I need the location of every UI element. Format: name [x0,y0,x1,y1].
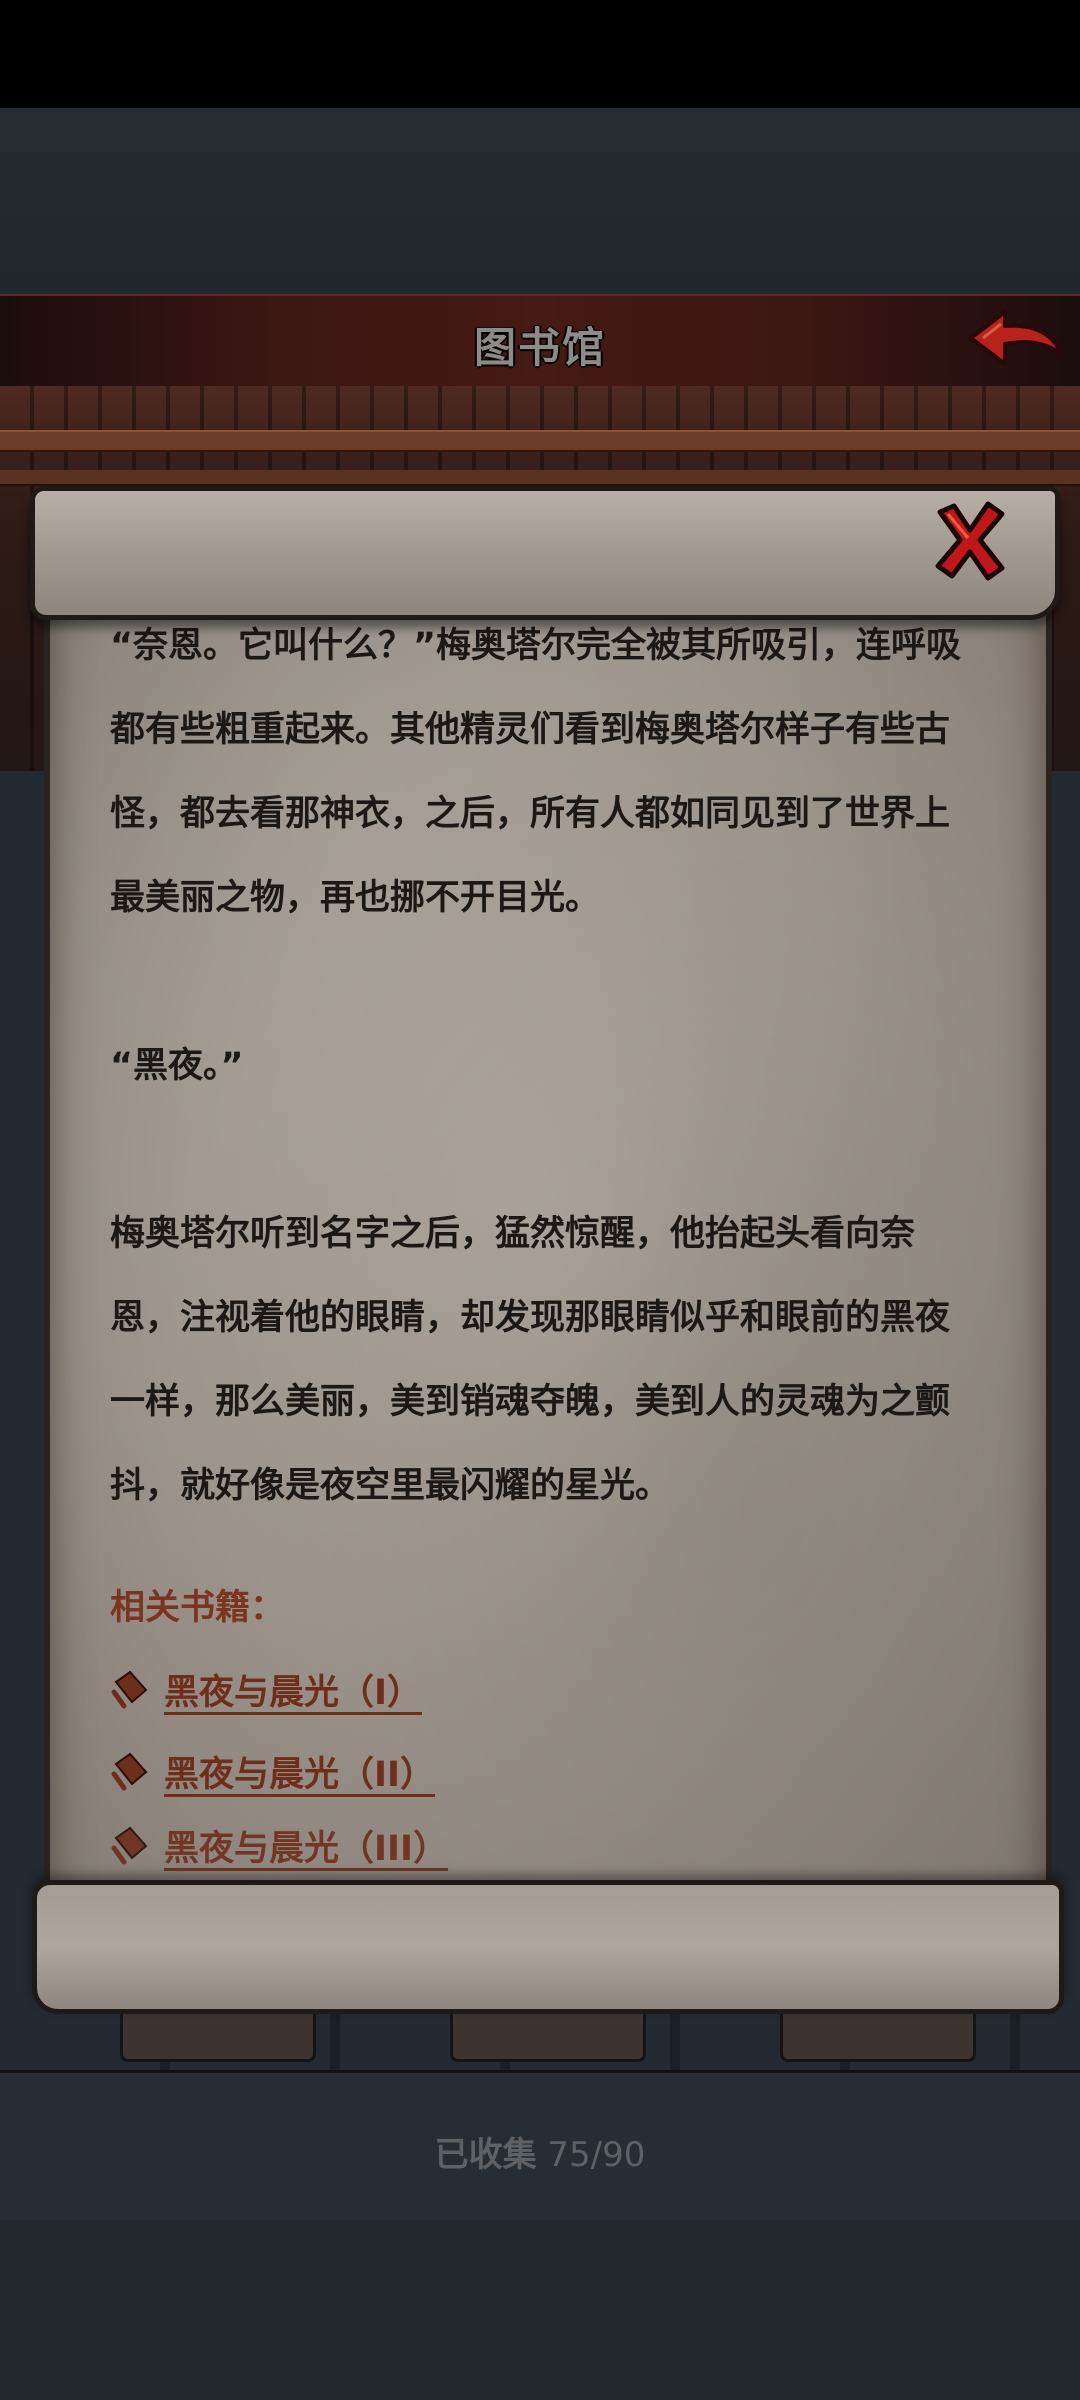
story-paragraph: “黑夜。” [110,1046,244,1086]
header-bar: 图书馆 [0,294,1080,389]
related-book-link[interactable]: 黑夜与晨光（III） [110,1804,980,1878]
library-beam [0,430,1080,452]
page-title: 图书馆 [473,323,606,372]
status-bar [0,0,1080,108]
scroll-roll-bottom [32,1880,1064,2014]
back-button[interactable] [960,304,1070,378]
related-book-link[interactable]: 黑夜与晨光（I） [110,1648,980,1730]
collected-label: 已收集 [434,2135,537,2175]
related-books-title: 相关书籍： [110,1588,286,1628]
story-paragraph: 梅奥塔尔听到名字之后，猛然惊醒，他抬起头看向奈恩，注视着他的眼睛，却发现那眼睛似… [110,1214,951,1506]
scroll-roll-top [30,486,1060,620]
related-book-link[interactable]: 黑夜与晨光（II） [110,1730,980,1812]
background-upper [0,108,1080,294]
book-icon [111,1670,148,1709]
story-text-area[interactable]: “奈恩。它叫什么？”梅奥塔尔完全被其所吸引，连呼吸都有些粗重起来。其他精灵们看到… [110,610,980,1878]
story-paragraph: “奈恩。它叫什么？”梅奥塔尔完全被其所吸引，连呼吸都有些粗重起来。其他精灵们看到… [110,626,962,918]
background-bottom [0,2220,1080,2400]
close-button[interactable] [928,496,1012,584]
collection-bar: 已收集 75/90 [0,2070,1080,2223]
library-beam-lower [0,470,1080,486]
related-book-title: 黑夜与晨光（II） [164,1754,436,1795]
back-arrow-icon [969,310,1063,366]
close-x-icon [935,501,1005,581]
related-book-title: 黑夜与晨光（III） [164,1828,449,1869]
book-icon [111,1826,148,1865]
related-book-title: 黑夜与晨光（I） [164,1672,423,1713]
book-icon [111,1752,148,1791]
collected-count: 已收集 75/90 [0,2127,1080,2176]
collected-value: 75/90 [547,2135,646,2175]
